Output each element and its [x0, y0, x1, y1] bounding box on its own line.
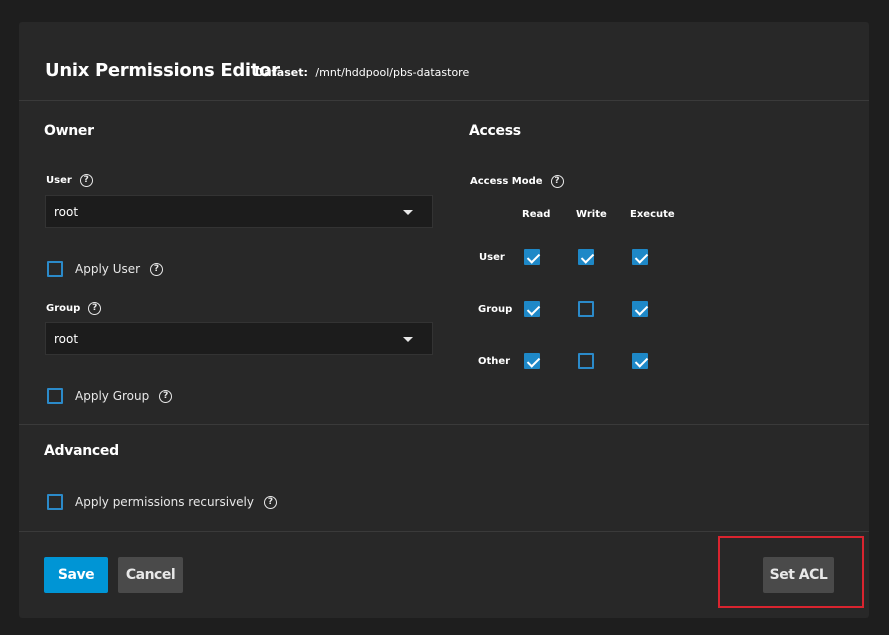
group-select-value: root	[54, 332, 79, 346]
access-section-title: Access	[469, 123, 521, 139]
chevron-down-icon	[403, 337, 413, 342]
advanced-section-title: Advanced	[44, 443, 119, 459]
section-divider	[19, 424, 869, 425]
apply-user-checkbox[interactable]	[47, 261, 63, 277]
group-select[interactable]: root	[45, 322, 433, 355]
user-write-checkbox[interactable]	[578, 249, 594, 265]
row-label-other: Other	[478, 356, 511, 367]
recursive-row: Apply permissions recursively ?	[47, 494, 277, 510]
help-circle-icon[interactable]: ?	[159, 389, 173, 403]
row-label-group: Group	[478, 304, 513, 315]
column-header-execute: Execute	[630, 209, 675, 220]
column-header-write: Write	[576, 209, 607, 220]
dataset-path: /mnt/hddpool/pbs-datastore	[315, 66, 470, 79]
other-read-checkbox[interactable]	[524, 353, 540, 369]
apply-group-row: Apply Group ?	[47, 388, 173, 404]
apply-user-row: Apply User ?	[47, 261, 164, 277]
user-label-text: User	[46, 175, 72, 186]
apply-group-checkbox[interactable]	[47, 388, 63, 404]
other-write-checkbox[interactable]	[578, 353, 594, 369]
row-label-user: User	[479, 252, 505, 263]
dataset-info: Dataset: /mnt/hddpool/pbs-datastore	[255, 66, 469, 79]
chevron-down-icon	[403, 210, 413, 215]
apply-recursively-checkbox[interactable]	[47, 494, 63, 510]
help-circle-icon[interactable]: ?	[88, 302, 102, 315]
help-circle-icon[interactable]: ?	[150, 262, 164, 276]
dataset-label: Dataset:	[255, 66, 308, 79]
access-mode-label: Access Mode ?	[470, 175, 564, 188]
group-write-checkbox[interactable]	[578, 301, 594, 317]
user-execute-checkbox[interactable]	[632, 249, 648, 265]
annotation-highlight-box	[718, 536, 864, 608]
owner-section-title: Owner	[44, 123, 94, 139]
page-title: Unix Permissions Editor	[45, 60, 280, 81]
other-execute-checkbox[interactable]	[632, 353, 648, 369]
cancel-button[interactable]: Cancel	[118, 557, 183, 593]
user-read-checkbox[interactable]	[524, 249, 540, 265]
user-select-value: root	[54, 205, 79, 219]
user-field-label: User ?	[46, 174, 93, 187]
apply-recursively-label: Apply permissions recursively	[75, 495, 254, 509]
column-header-read: Read	[522, 209, 551, 220]
help-circle-icon[interactable]: ?	[264, 495, 277, 509]
apply-user-label: Apply User	[75, 262, 141, 276]
user-select[interactable]: root	[45, 195, 433, 228]
permissions-editor-card: Unix Permissions Editor Dataset: /mnt/hd…	[19, 22, 869, 618]
help-circle-icon[interactable]: ?	[550, 175, 564, 188]
save-button[interactable]: Save	[44, 557, 108, 593]
apply-group-label: Apply Group	[75, 389, 150, 403]
footer-divider	[19, 531, 869, 532]
access-mode-label-text: Access Mode	[470, 176, 543, 187]
help-circle-icon[interactable]: ?	[79, 174, 93, 187]
group-read-checkbox[interactable]	[524, 301, 540, 317]
group-label-text: Group	[46, 303, 81, 314]
group-execute-checkbox[interactable]	[632, 301, 648, 317]
group-field-label: Group ?	[46, 302, 102, 315]
card-header: Unix Permissions Editor Dataset: /mnt/hd…	[19, 22, 869, 101]
